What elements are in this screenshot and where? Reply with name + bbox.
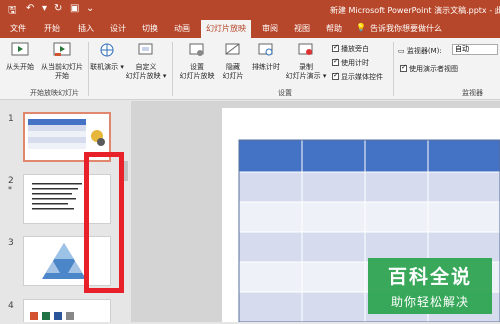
tab-transitions[interactable]: 切换 <box>142 23 158 34</box>
from-current-label-1: 从当前幻灯片 <box>41 63 83 71</box>
annotation-highlight-box <box>84 152 124 293</box>
online-present-button[interactable]: 联机演示 ▾ <box>90 42 124 72</box>
slide-number: 1 <box>8 114 14 124</box>
play-from-start-icon <box>11 42 29 56</box>
monitor-label: 监视器(M): <box>406 47 442 55</box>
separator <box>88 42 89 96</box>
custom-show-label-1: 自定义 <box>135 63 157 71</box>
setup-show-icon <box>189 43 204 56</box>
play-from-current-icon <box>53 42 71 56</box>
redo-icon[interactable]: ↻ <box>54 3 62 14</box>
watermark-title: 百科全说 <box>387 266 472 288</box>
hide-slide-label-2: 幻灯片 <box>222 72 244 80</box>
use-timings-checkbox[interactable]: 使用计时 <box>332 57 369 68</box>
presenter-view-label: 使用演示者视图 <box>409 65 458 73</box>
monitor-select-value: 自动 <box>455 45 469 53</box>
undo-icon[interactable]: ↶ <box>26 3 34 14</box>
ribbon-tabs: 文件 开始 插入 设计 切换 动画 幻灯片放映 审阅 视图 帮助 💡 告诉我你想… <box>0 20 500 38</box>
slideshow-quick-icon[interactable]: ▣ <box>70 3 79 14</box>
play-narrations-label: 播放旁白 <box>341 45 369 53</box>
save-icon[interactable]: 🖫 <box>8 3 17 20</box>
from-beginning-label: 从头开始 <box>6 63 34 71</box>
separator <box>393 42 394 96</box>
tab-design[interactable]: 设计 <box>110 23 126 34</box>
group-start-label: 开始放映幻灯片 <box>30 89 79 97</box>
slide-4-preview <box>30 312 74 320</box>
hide-slide-label-1: 隐藏 <box>226 63 240 71</box>
record-label-2: 幻灯片演示 <box>285 72 321 80</box>
record-label-1: 录制 <box>299 63 313 71</box>
monitor-label-row: ▭ 监视器(M): <box>398 46 442 56</box>
tab-review[interactable]: 审阅 <box>262 23 278 34</box>
tab-file[interactable]: 文件 <box>10 23 26 34</box>
custom-show-button[interactable]: 自定义 幻灯片放映 ▾ <box>124 42 168 81</box>
tell-me-search[interactable]: 告诉我你想要做什么 <box>370 23 442 34</box>
show-media-controls-label: 显示媒体控件 <box>341 73 383 81</box>
window-title: 新建 Microsoft PowerPoint 演示文稿.pptx - 此电脑 <box>330 6 500 15</box>
separator <box>172 42 173 96</box>
from-current-button[interactable]: 从当前幻灯片 开始 <box>38 42 86 81</box>
play-narrations-checkbox[interactable]: 播放旁白 <box>332 43 369 54</box>
watermark-subtitle: 助你轻松解决 <box>390 295 469 309</box>
customize-toolbar-icon[interactable]: ⌄ <box>86 3 94 14</box>
monitor-select[interactable]: 自动 <box>452 44 498 55</box>
setup-show-button[interactable]: 设置 幻灯片放映 <box>176 42 218 81</box>
title-bar: 🖫 ↶ ▾ ↻ ▣ ⌄ 新建 Microsoft PowerPoint 演示文稿… <box>0 0 500 20</box>
scrollbar-thumb[interactable] <box>124 161 128 181</box>
use-timings-label: 使用计时 <box>341 59 369 67</box>
tab-insert[interactable]: 插入 <box>78 23 94 34</box>
tab-view[interactable]: 视图 <box>294 23 310 34</box>
tab-home[interactable]: 开始 <box>44 23 60 34</box>
record-slideshow-button[interactable]: 录制 幻灯片演示 ▾ <box>284 42 328 81</box>
group-setup-label: 设置 <box>278 89 292 97</box>
rehearse-label: 排练计时 <box>252 63 280 71</box>
presenter-view-checkbox[interactable]: 使用演示者视图 <box>400 63 458 74</box>
tab-help[interactable]: 帮助 <box>326 23 342 34</box>
lightbulb-icon: 💡 <box>356 23 366 32</box>
ribbon: 从头开始 从当前幻灯片 开始 联机演示 ▾ 自定义 幻灯片放映 ▾ 开始放映幻灯… <box>0 38 500 100</box>
from-beginning-button[interactable]: 从头开始 <box>2 42 38 72</box>
tab-slideshow[interactable]: 幻灯片放映 <box>201 20 251 38</box>
slide-number: 4 <box>8 301 14 311</box>
group-monitor-label: 监视器 <box>462 89 483 97</box>
setup-show-label-2: 幻灯片放映 <box>179 72 215 80</box>
record-icon <box>298 43 313 55</box>
hide-slide-button[interactable]: 隐藏 幻灯片 <box>218 42 248 81</box>
custom-show-icon <box>138 43 153 55</box>
watermark-logo: 百科全说 助你轻松解决 <box>368 258 492 314</box>
rehearse-timings-button[interactable]: 排练计时 <box>250 42 282 72</box>
globe-icon <box>100 43 114 57</box>
tab-animations[interactable]: 动画 <box>174 23 190 34</box>
show-media-controls-checkbox[interactable]: 显示媒体控件 <box>332 71 383 82</box>
from-current-label-2: 开始 <box>55 72 69 80</box>
dropdown-icon[interactable]: ▾ <box>42 3 47 14</box>
hide-slide-icon <box>225 43 240 55</box>
custom-show-label-2: 幻灯片放映 <box>125 72 161 80</box>
slide-thumbnail-4[interactable] <box>23 299 111 322</box>
online-present-label: 联机演示 <box>90 63 119 71</box>
slide-transition-marker: * <box>8 185 12 194</box>
setup-show-label-1: 设置 <box>190 63 204 71</box>
timer-icon <box>258 43 273 56</box>
slide-number: 3 <box>8 238 14 248</box>
monitor-icon: ▭ <box>398 47 405 55</box>
